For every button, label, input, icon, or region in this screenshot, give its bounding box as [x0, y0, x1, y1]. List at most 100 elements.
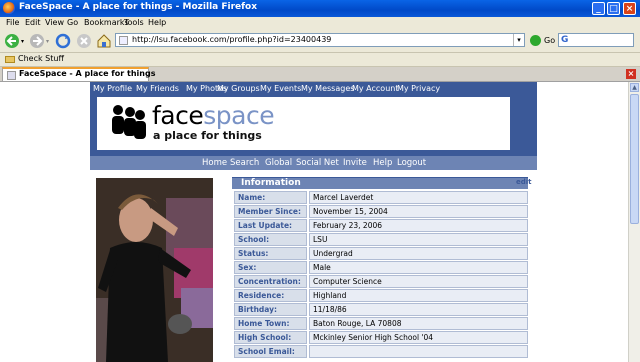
vertical-scrollbar[interactable]: ▲ [628, 82, 640, 362]
bookmark-check-stuff[interactable]: Check Stuff [18, 54, 64, 63]
info-row: Member Since: November 15, 2004 [232, 205, 528, 218]
home-icon[interactable] [96, 33, 112, 49]
go-button-label[interactable]: Go [544, 36, 555, 45]
info-row: High School: Mckinley Senior High School … [232, 331, 528, 344]
subnav-global[interactable]: Global [265, 158, 292, 168]
site-top-nav: My Profile My Friends My Photos My Group… [90, 82, 537, 96]
menu-go[interactable]: Go [67, 18, 78, 27]
menu-bar: File Edit View Go Bookmarks Tools Help [0, 17, 640, 30]
info-row: Home Town: Baton Rouge, LA 70808 [232, 317, 528, 330]
scrollbar-thumb[interactable] [630, 94, 639, 224]
info-label: Residence: [234, 289, 307, 302]
search-input[interactable]: G [558, 33, 634, 47]
url-dropdown-icon[interactable]: ▾ [513, 34, 524, 46]
info-row: Residence: Highland [232, 289, 528, 302]
menu-bookmarks[interactable]: Bookmarks [84, 18, 129, 27]
info-value: November 15, 2004 [309, 205, 528, 218]
info-row: Sex: Male [232, 261, 528, 274]
forward-arrow-icon[interactable] [29, 33, 46, 49]
info-row: Concentration: Computer Science [232, 275, 528, 288]
close-button[interactable]: × [623, 2, 636, 15]
menu-file[interactable]: File [6, 18, 19, 27]
nav-my-friends[interactable]: My Friends [136, 84, 179, 93]
tab-facespace[interactable]: FaceSpace - A place for things [2, 67, 155, 81]
forward-dropdown-icon[interactable]: ▾ [46, 38, 49, 45]
window-title: FaceSpace - A place for things - Mozilla… [19, 2, 258, 12]
edit-link[interactable]: edit [516, 178, 532, 186]
info-label: Concentration: [234, 275, 307, 288]
brand-space: space [203, 101, 275, 130]
close-tab-icon[interactable]: × [626, 69, 636, 79]
url-text[interactable]: http://lsu.facebook.com/profile.php?id=2… [132, 35, 331, 44]
nav-my-account[interactable]: My Account [352, 84, 398, 93]
menu-help[interactable]: Help [148, 18, 166, 27]
nav-my-groups[interactable]: My Groups [217, 84, 260, 93]
subnav-social-net[interactable]: Social Net [296, 158, 339, 168]
info-row: Name: Marcel Laverdet [232, 191, 528, 204]
info-label: High School: [234, 331, 307, 344]
minimize-button[interactable]: _ [592, 2, 605, 15]
tab-favicon-icon [7, 71, 16, 80]
google-search-icon[interactable]: G [561, 35, 568, 45]
info-label: Sex: [234, 261, 307, 274]
back-dropdown-icon[interactable]: ▾ [21, 38, 24, 45]
info-value: Male [309, 261, 528, 274]
menu-edit[interactable]: Edit [25, 18, 41, 27]
bookmarks-toolbar: Check Stuff [0, 53, 640, 67]
subnav-help[interactable]: Help [373, 158, 392, 168]
nav-my-messages[interactable]: My Messages [301, 84, 354, 93]
info-value: Undergrad [309, 247, 528, 260]
url-bar[interactable]: http://lsu.facebook.com/profile.php?id=2… [115, 33, 525, 47]
subnav-logout[interactable]: Logout [397, 158, 426, 168]
back-arrow-icon[interactable] [4, 33, 21, 49]
bookmark-folder-icon [5, 56, 15, 63]
info-value [309, 345, 528, 358]
scroll-up-icon[interactable]: ▲ [630, 83, 639, 92]
info-value: Marcel Laverdet [309, 191, 528, 204]
tab-bar: FaceSpace - A place for things × [0, 67, 640, 82]
subnav-search[interactable]: Search [230, 158, 259, 168]
stop-icon[interactable] [76, 33, 92, 49]
info-row: Status: Undergrad [232, 247, 528, 260]
info-value: Highland [309, 289, 528, 302]
info-value: Baton Rouge, LA 70808 [309, 317, 528, 330]
brand-face: face [152, 101, 204, 130]
subnav-home[interactable]: Home [202, 158, 227, 168]
info-label: School: [234, 233, 307, 246]
info-label: Home Town: [234, 317, 307, 330]
go-icon[interactable] [530, 35, 541, 46]
info-row: Last Update: February 23, 2006 [232, 219, 528, 232]
page-favicon-icon [119, 36, 128, 45]
site-brand: facespace [152, 101, 275, 130]
maximize-button[interactable]: □ [607, 2, 620, 15]
menu-view[interactable]: View [45, 18, 64, 27]
subnav-invite[interactable]: Invite [343, 158, 367, 168]
site-tagline: a place for things [153, 129, 262, 142]
info-label: Birthday: [234, 303, 307, 316]
info-row: School Email: [232, 345, 528, 358]
nav-my-profile[interactable]: My Profile [93, 84, 132, 93]
window-titlebar: FaceSpace - A place for things - Mozilla… [0, 0, 640, 17]
info-row: Birthday: 11/18/86 [232, 303, 528, 316]
facespace-people-logo-icon [112, 105, 146, 139]
info-value: February 23, 2006 [309, 219, 528, 232]
navigation-toolbar: ▾ ▾ http://lsu.facebook.com/profile.php?… [0, 30, 640, 53]
site-sub-nav: Home Search Global Social Net Invite Hel… [90, 156, 537, 170]
info-value: Computer Science [309, 275, 528, 288]
information-section-header: Information [232, 177, 528, 189]
info-value: LSU [309, 233, 528, 246]
info-value: Mckinley Senior High School '04 [309, 331, 528, 344]
reload-icon[interactable] [55, 33, 71, 49]
nav-my-events[interactable]: My Events [260, 84, 301, 93]
menu-tools[interactable]: Tools [124, 18, 144, 27]
tab-title: FaceSpace - A place for things [19, 69, 156, 78]
info-value: 11/18/86 [309, 303, 528, 316]
nav-my-privacy[interactable]: My Privacy [397, 84, 440, 93]
info-label: Member Since: [234, 205, 307, 218]
info-label: Status: [234, 247, 307, 260]
info-row: School: LSU [232, 233, 528, 246]
firefox-icon [3, 2, 15, 14]
info-label: Last Update: [234, 219, 307, 232]
info-label: School Email: [234, 345, 307, 358]
information-title: Information [241, 178, 301, 188]
